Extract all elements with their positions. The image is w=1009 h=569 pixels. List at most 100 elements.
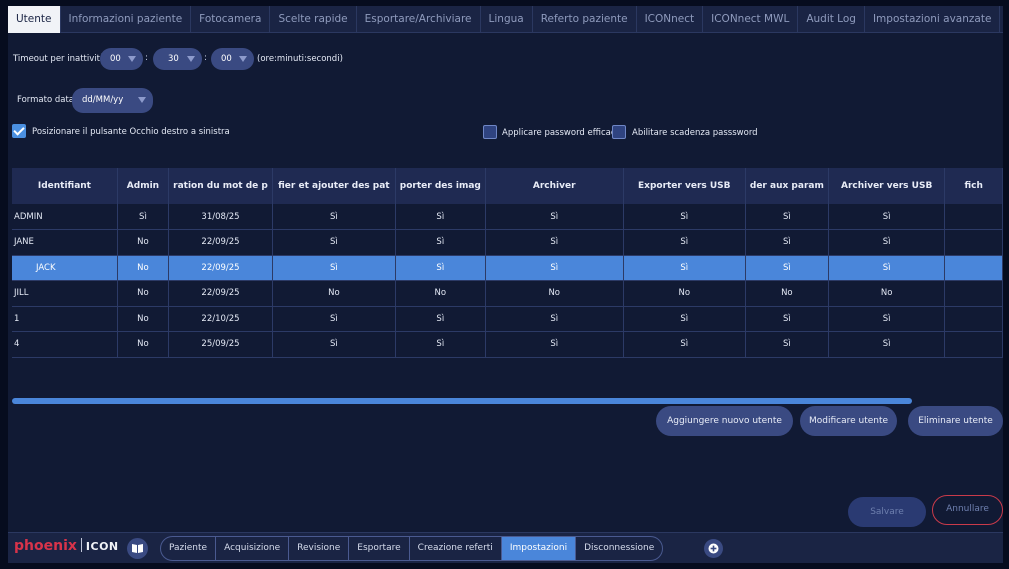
table-cell: JANE — [12, 229, 118, 256]
table-cell: Sì — [623, 255, 746, 281]
table-row[interactable]: 4 No 25/09/25 Sì Sì Sì Sì Sì Sì — [12, 331, 1003, 358]
tab-utente[interactable]: Utente — [8, 6, 61, 33]
column-header[interactable]: Admin — [117, 168, 170, 204]
table-cell: Sì — [828, 306, 946, 332]
nav-impostazioni[interactable]: Impostazioni — [501, 537, 577, 560]
table-cell: Sì — [272, 306, 396, 332]
tab-audit-log[interactable]: Audit Log — [798, 6, 865, 33]
table-row[interactable]: JILL No 22/09/25 No No No No No No — [12, 280, 1003, 307]
column-header[interactable]: Identifiant — [12, 168, 118, 204]
timeout-seconds-select[interactable]: 00 — [211, 48, 254, 70]
table-cell: Sì — [828, 255, 946, 281]
delete-user-button[interactable]: Eliminare utente — [908, 406, 1003, 436]
table-row[interactable]: ADMIN Sì 31/08/25 Sì Sì Sì Sì Sì Sì — [12, 204, 1003, 230]
column-header[interactable]: fier et ajouter des pat — [272, 168, 396, 204]
column-header[interactable]: Archiver vers USB — [828, 168, 946, 204]
table-cell — [944, 255, 1003, 281]
timeout-hours-select[interactable]: 00 — [100, 48, 143, 70]
table-cell: Sì — [272, 331, 396, 358]
table-cell: 4 — [12, 331, 118, 358]
table-cell: No — [485, 280, 624, 307]
nav-disconnessione[interactable]: Disconnessione — [576, 537, 662, 560]
cancel-button[interactable]: Annullare — [932, 495, 1003, 525]
table-cell: 22/09/25 — [168, 255, 273, 281]
table-cell: Sì — [828, 229, 946, 256]
table-cell: Sì — [745, 204, 829, 230]
tab-referto-paziente[interactable]: Referto paziente — [533, 6, 637, 33]
table-cell: Sì — [485, 204, 624, 230]
strong-password-checkbox[interactable] — [483, 125, 497, 139]
table-cell: Sì — [745, 306, 829, 332]
column-header[interactable]: ration du mot de p — [168, 168, 273, 204]
column-header[interactable]: Exporter vers USB — [623, 168, 746, 204]
timeout-label: Timeout per inattività — [13, 54, 106, 64]
nav-esportare[interactable]: Esportare — [349, 537, 410, 560]
tab-scelte-rapide[interactable]: Scelte rapide — [270, 6, 357, 33]
users-table: Identifiant Admin ration du mot de p fier e… — [12, 168, 1003, 404]
settings-tab-bar: Utente Informazioni paziente Fotocamera Sce… — [8, 6, 1003, 33]
table-cell: No — [828, 280, 946, 307]
table-horizontal-scrollbar[interactable] — [12, 398, 912, 404]
edit-user-button[interactable]: Modificare utente — [800, 406, 897, 436]
table-cell: No — [745, 280, 829, 307]
time-separator: : — [204, 53, 208, 63]
timeout-minutes-select[interactable]: 30 — [153, 48, 202, 70]
manual-button[interactable] — [127, 538, 148, 559]
table-cell: Sì — [117, 204, 170, 230]
date-format-select[interactable]: dd/MM/yy — [72, 88, 153, 113]
table-cell: Sì — [745, 255, 829, 281]
table-cell: ADMIN — [12, 204, 118, 230]
nav-creazione-referti[interactable]: Creazione referti — [410, 537, 502, 560]
chevron-down-icon — [239, 56, 247, 62]
phoenix-icon-logo: phoenix ICON — [14, 538, 119, 554]
tab-iconnect-mwl[interactable]: ICONnect MWL — [703, 6, 799, 33]
add-button[interactable] — [704, 539, 723, 558]
table-cell — [944, 331, 1003, 358]
table-cell: Sì — [395, 229, 486, 256]
column-header[interactable]: der aux param — [745, 168, 829, 204]
time-separator: : — [145, 53, 149, 63]
right-eye-left-checkbox[interactable] — [12, 124, 26, 138]
tab-iconnect[interactable]: ICONnect — [637, 6, 704, 33]
table-cell: Sì — [745, 331, 829, 358]
nav-acquisizione[interactable]: Acquisizione — [216, 537, 290, 560]
column-header[interactable]: porter des imag — [395, 168, 486, 204]
tab-lingua[interactable]: Lingua — [481, 6, 533, 33]
table-cell: Sì — [395, 204, 486, 230]
table-cell: Sì — [828, 204, 946, 230]
password-expiry-checkbox[interactable] — [612, 125, 626, 139]
table-cell: Sì — [395, 331, 486, 358]
add-user-button[interactable]: Aggiungere nuovo utente — [656, 406, 793, 436]
table-row[interactable]: 1 No 22/10/25 Sì Sì Sì Sì Sì Sì — [12, 306, 1003, 332]
chevron-down-icon — [138, 97, 146, 103]
date-format-label: Formato data — [17, 95, 75, 105]
book-icon — [132, 544, 143, 553]
column-header[interactable]: fich — [944, 168, 1003, 204]
table-header-row: Identifiant Admin ration du mot de p fier e… — [12, 168, 1003, 204]
nav-revisione[interactable]: Revisione — [289, 537, 350, 560]
tab-fotocamera[interactable]: Fotocamera — [191, 6, 271, 33]
tab-informazioni-paziente[interactable]: Informazioni paziente — [61, 6, 192, 33]
password-expiry-label: Abilitare scadenza passsword — [632, 128, 758, 138]
chevron-down-icon — [128, 56, 136, 62]
table-cell: No — [117, 331, 170, 358]
table-cell: No — [395, 280, 486, 307]
chevron-down-icon — [187, 56, 195, 62]
table-cell: Sì — [485, 306, 624, 332]
column-header[interactable]: Archiver — [485, 168, 624, 204]
table-row[interactable]: JANE No 22/09/25 Sì Sì Sì Sì Sì Sì — [12, 229, 1003, 256]
nav-paziente[interactable]: Paziente — [161, 537, 217, 560]
tab-esportare-archiviare[interactable]: Esportare/Archiviare — [357, 6, 481, 33]
table-cell: No — [623, 280, 746, 307]
table-cell: Sì — [485, 331, 624, 358]
save-button[interactable]: Salvare — [848, 497, 926, 527]
main-navigation: Paziente Acquisizione Revisione Esportare Cr… — [160, 536, 664, 561]
table-cell: Sì — [745, 229, 829, 256]
table-row[interactable]: JACK No 22/09/25 Sì Sì Sì Sì Sì Sì — [12, 255, 1003, 281]
strong-password-label: Applicare password efficace — [502, 128, 621, 138]
timeout-hint: (ore:minuti:secondi) — [257, 54, 343, 64]
tab-impostazioni-avanzate[interactable]: Impostazioni avanzate — [865, 6, 1001, 33]
table-cell: JILL — [12, 280, 118, 307]
table-cell: Sì — [395, 255, 486, 281]
table-cell — [944, 204, 1003, 230]
